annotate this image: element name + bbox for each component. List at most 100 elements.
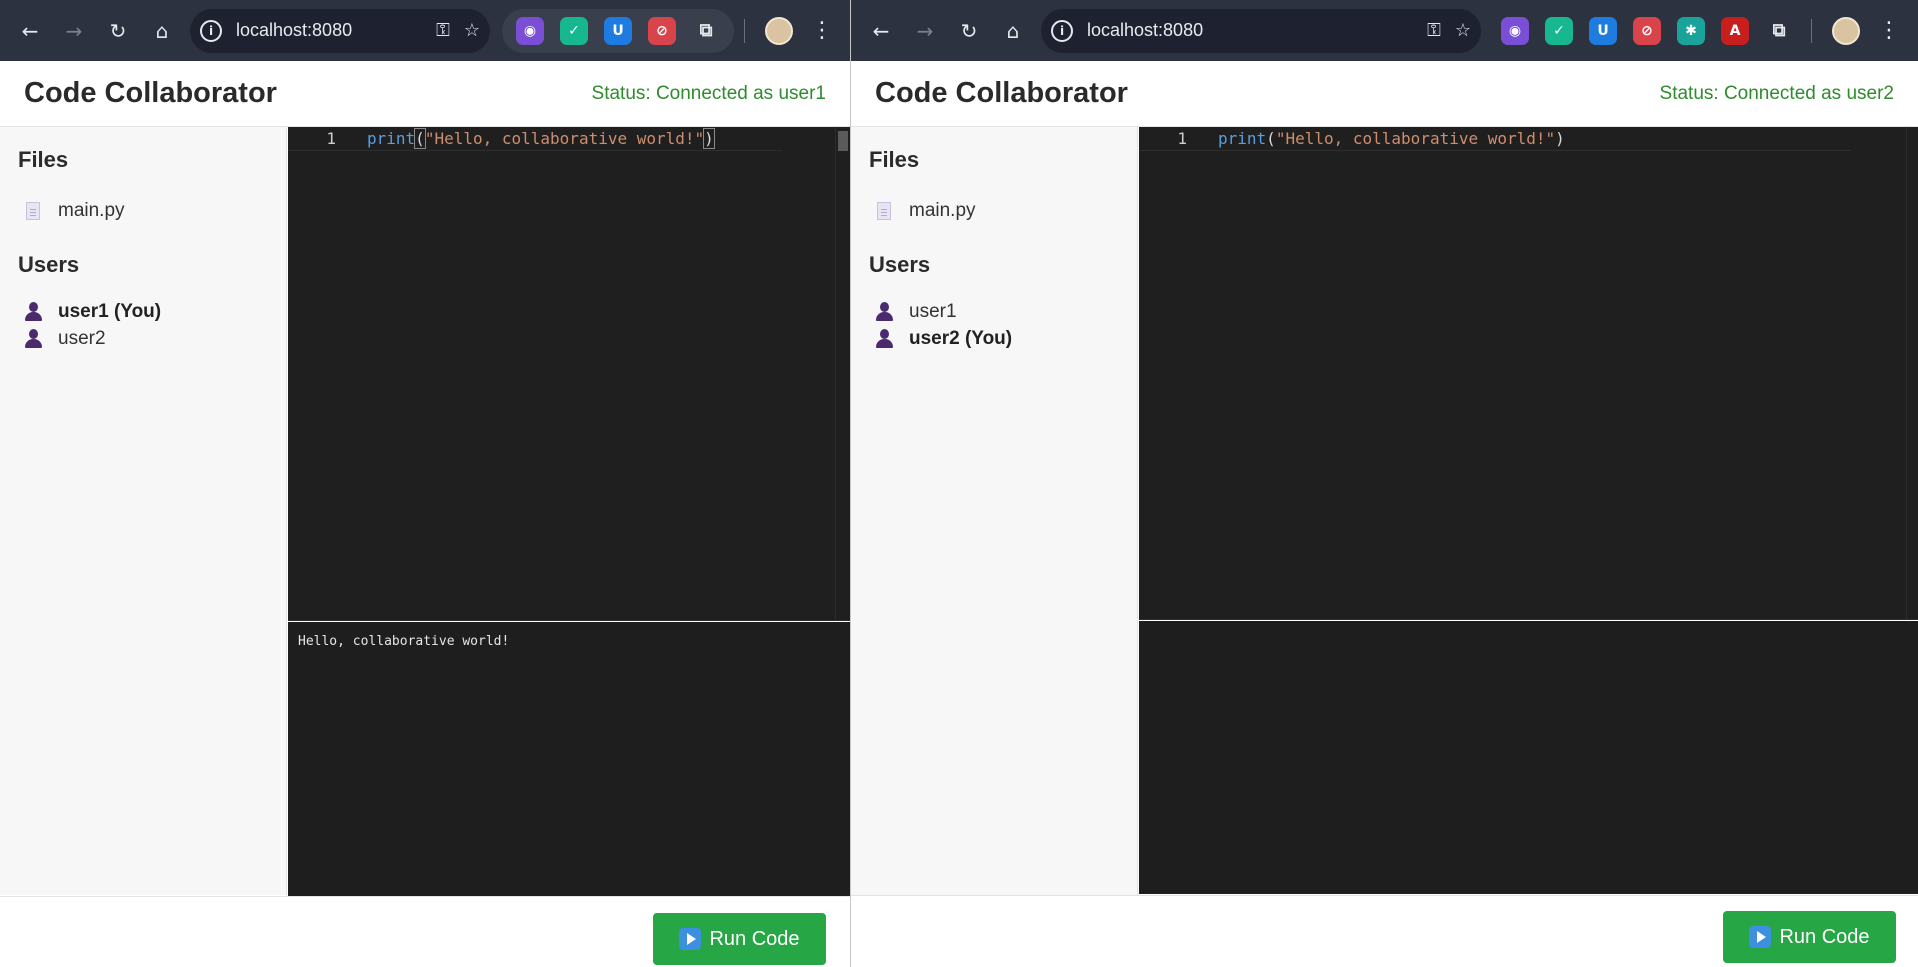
user-label: user1 (You) bbox=[58, 300, 162, 322]
extension-group: ◉ ✓ U ⊘ ⧉ bbox=[502, 8, 734, 53]
code-line[interactable]: 1 print("Hello, collaborative world!") bbox=[288, 127, 782, 151]
output-panel bbox=[1139, 621, 1918, 894]
line-number: 1 bbox=[1177, 129, 1187, 148]
run-code-label[interactable]: Run Code bbox=[709, 928, 799, 951]
user-item: user1 bbox=[869, 298, 1119, 325]
user-label: user1 bbox=[909, 300, 957, 322]
toolbar-divider bbox=[744, 18, 745, 43]
play-icon bbox=[679, 928, 702, 950]
key-icon[interactable]: ⚿ bbox=[1427, 20, 1441, 41]
screen: ← → ↻ ⌂ i localhost:8080 ⚿ ☆ ◉ ✓ U ⊘ ⧉ ⋮… bbox=[0, 0, 1918, 967]
address-bar[interactable]: i localhost:8080 ⚿ ☆ bbox=[1041, 8, 1481, 53]
connection-status: Status: Connected as user2 bbox=[1659, 82, 1894, 104]
sidebar: Files main.py Users user1 (You) user2 bbox=[0, 127, 287, 895]
editor-scrollbar[interactable] bbox=[838, 131, 848, 151]
code-token-function: print bbox=[367, 129, 416, 148]
pdf-extension-icon[interactable]: A bbox=[1721, 16, 1749, 45]
files-heading: Files bbox=[869, 147, 920, 172]
profile-avatar[interactable] bbox=[765, 16, 793, 45]
app-title: Code Collaborator bbox=[24, 77, 277, 109]
code-token-paren: ) bbox=[1555, 129, 1565, 148]
code-editor[interactable]: 1 print("Hello, collaborative world!") bbox=[288, 127, 850, 621]
code-token-string: "Hello, collaborative world!" bbox=[424, 129, 705, 148]
user-item-self: user1 (You) bbox=[18, 298, 268, 325]
footer-bar: Run Code bbox=[0, 896, 850, 967]
code-token-string: "Hello, collaborative world!" bbox=[1275, 129, 1556, 148]
brain-extension-icon[interactable]: ◉ bbox=[1501, 16, 1529, 45]
home-icon[interactable]: ⌂ bbox=[140, 9, 184, 53]
run-code-button[interactable]: Run Code bbox=[653, 913, 826, 965]
home-icon[interactable]: ⌂ bbox=[991, 9, 1035, 53]
toolbar-divider bbox=[1811, 18, 1812, 43]
app-header: Code Collaborator Status: Connected as u… bbox=[851, 61, 1918, 127]
kebab-menu-icon[interactable]: ⋮ bbox=[811, 18, 833, 43]
forward-arrow-icon[interactable]: → bbox=[903, 9, 947, 53]
key-icon[interactable]: ⚿ bbox=[436, 20, 450, 41]
star-icon[interactable]: ☆ bbox=[1455, 20, 1471, 41]
browser-toolbar: ← → ↻ ⌂ i localhost:8080 ⚿ ☆ ◉ ✓ U ⊘ ⧉ ⋮ bbox=[0, 0, 850, 61]
gitmind-extension-icon[interactable]: ⊘ bbox=[648, 16, 676, 45]
url-text[interactable]: localhost:8080 bbox=[236, 20, 422, 41]
browser-window-user1: ← → ↻ ⌂ i localhost:8080 ⚿ ☆ ◉ ✓ U ⊘ ⧉ ⋮… bbox=[0, 0, 850, 967]
code-token-paren: ( bbox=[414, 128, 426, 149]
files-heading: Files bbox=[18, 147, 69, 172]
bracket-extension-icon[interactable]: U bbox=[1589, 16, 1617, 45]
info-icon[interactable]: i bbox=[200, 19, 222, 42]
kebab-menu-icon[interactable]: ⋮ bbox=[1878, 18, 1900, 43]
info-icon[interactable]: i bbox=[1051, 19, 1073, 42]
browser-window-user2: ← → ↻ ⌂ i localhost:8080 ⚿ ☆ ◉ ✓ U ⊘ ✱ A… bbox=[850, 0, 1918, 967]
line-number: 1 bbox=[326, 129, 336, 148]
users-heading: Users bbox=[869, 252, 931, 277]
minimap-divider bbox=[835, 127, 836, 620]
code-token-paren: ) bbox=[703, 128, 715, 149]
user-label: user2 bbox=[58, 327, 106, 349]
file-item[interactable]: main.py bbox=[869, 197, 1119, 224]
code-token-paren: ( bbox=[1266, 129, 1276, 148]
file-icon bbox=[26, 201, 40, 220]
puzzle-extensions-icon[interactable]: ⧉ bbox=[1765, 17, 1793, 45]
app-header: Code Collaborator Status: Connected as u… bbox=[0, 61, 850, 127]
user-icon bbox=[875, 328, 893, 349]
user-icon bbox=[24, 301, 42, 322]
brain-extension-icon[interactable]: ◉ bbox=[516, 16, 544, 45]
reload-icon[interactable]: ↻ bbox=[947, 9, 991, 53]
minimap-divider bbox=[1906, 127, 1907, 619]
extension-group: ◉ ✓ U ⊘ ✱ A ⧉ bbox=[1493, 16, 1801, 45]
reload-icon[interactable]: ↻ bbox=[96, 9, 140, 53]
sidebar: Files main.py Users user1 user2 (You) bbox=[851, 127, 1138, 895]
output-panel: Hello, collaborative world! bbox=[288, 622, 850, 896]
run-code-label[interactable]: Run Code bbox=[1779, 926, 1869, 949]
browser-toolbar: ← → ↻ ⌂ i localhost:8080 ⚿ ☆ ◉ ✓ U ⊘ ✱ A… bbox=[851, 0, 1918, 61]
code-text[interactable]: print("Hello, collaborative world!") bbox=[367, 127, 715, 151]
file-name[interactable]: main.py bbox=[58, 200, 125, 222]
footer-bar: Run Code bbox=[851, 895, 1918, 967]
play-icon bbox=[1749, 926, 1772, 948]
user-item-self: user2 (You) bbox=[869, 325, 1119, 352]
user-icon bbox=[875, 301, 893, 322]
code-text[interactable]: print("Hello, collaborative world!") bbox=[1218, 127, 1565, 151]
code-editor[interactable]: 1 print("Hello, collaborative world!") bbox=[1139, 127, 1918, 620]
user-label: user2 (You) bbox=[909, 327, 1013, 349]
file-item[interactable]: main.py bbox=[18, 197, 268, 224]
gitmind-extension-icon[interactable]: ⊘ bbox=[1633, 16, 1661, 45]
back-arrow-icon[interactable]: ← bbox=[859, 9, 903, 53]
forward-arrow-icon[interactable]: → bbox=[52, 9, 96, 53]
back-arrow-icon[interactable]: ← bbox=[8, 9, 52, 53]
puzzle-extensions-icon[interactable]: ⧉ bbox=[692, 17, 720, 45]
bracket-extension-icon[interactable]: U bbox=[604, 16, 632, 45]
address-bar[interactable]: i localhost:8080 ⚿ ☆ bbox=[190, 8, 490, 53]
code-line[interactable]: 1 print("Hello, collaborative world!") bbox=[1139, 127, 1851, 151]
star-icon[interactable]: ☆ bbox=[464, 20, 480, 41]
file-icon bbox=[877, 201, 891, 220]
user-icon bbox=[24, 328, 42, 349]
profile-avatar[interactable] bbox=[1832, 16, 1860, 45]
shield-extension-icon[interactable]: ✓ bbox=[1545, 16, 1573, 45]
run-code-button[interactable]: Run Code bbox=[1723, 911, 1896, 963]
file-name[interactable]: main.py bbox=[909, 200, 976, 222]
network-extension-icon[interactable]: ✱ bbox=[1677, 16, 1705, 45]
app-title: Code Collaborator bbox=[875, 77, 1128, 109]
connection-status: Status: Connected as user1 bbox=[591, 82, 826, 104]
shield-extension-icon[interactable]: ✓ bbox=[560, 16, 588, 45]
url-text[interactable]: localhost:8080 bbox=[1087, 20, 1413, 41]
user-item: user2 bbox=[18, 325, 268, 352]
